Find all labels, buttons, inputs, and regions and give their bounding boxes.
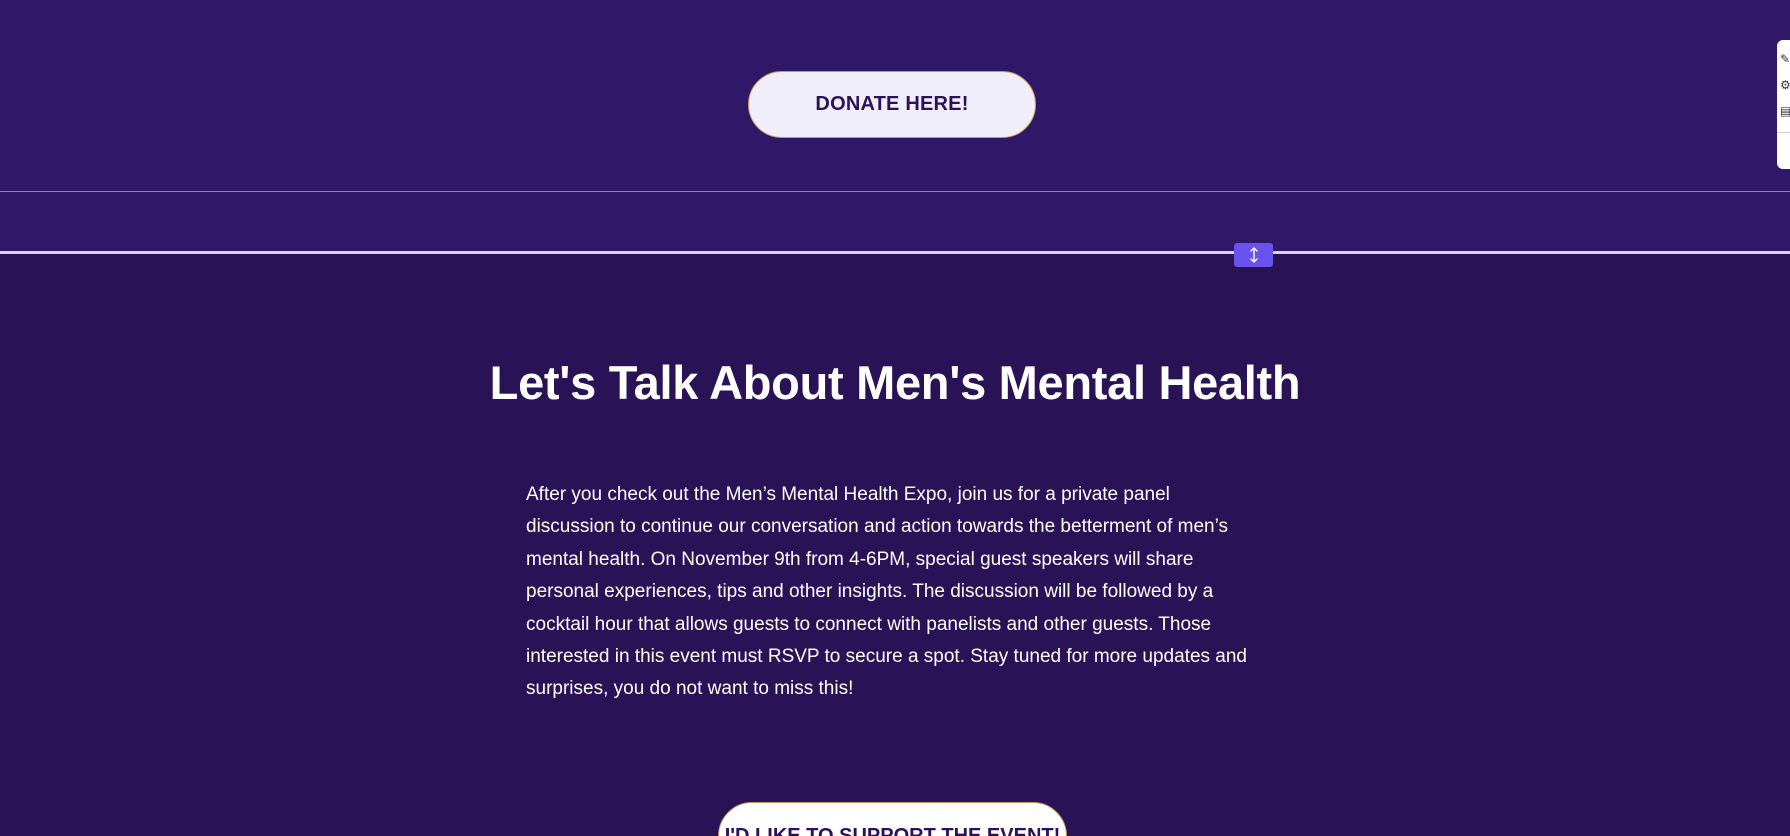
section-heading: Let's Talk About Men's Mental Health — [489, 356, 1301, 409]
editor-side-toolbar: ✎ ⚙ ▤ — [1777, 40, 1790, 169]
donate-section: DONATE HERE! — [0, 0, 1790, 192]
settings-icon[interactable]: ⚙ — [1780, 78, 1790, 92]
vertical-resize-icon — [1249, 247, 1259, 263]
donate-button[interactable]: DONATE HERE! — [748, 71, 1036, 138]
section-body-text: After you check out the Men’s Mental Hea… — [526, 484, 1247, 700]
page: DONATE HERE! Let's Talk About Men's Ment… — [0, 0, 1790, 836]
support-event-button[interactable]: I'D LIKE TO SUPPORT THE EVENT! — [718, 802, 1067, 836]
layout-icon[interactable]: ▤ — [1780, 104, 1790, 118]
section-spacer — [0, 192, 1790, 252]
edit-icon[interactable]: ✎ — [1780, 52, 1790, 66]
toolbar-separator — [1777, 132, 1790, 133]
mental-health-section: Let's Talk About Men's Mental Health Aft… — [0, 254, 1790, 836]
section-divider — [0, 251, 1790, 254]
section-resize-handle[interactable] — [1234, 243, 1273, 267]
